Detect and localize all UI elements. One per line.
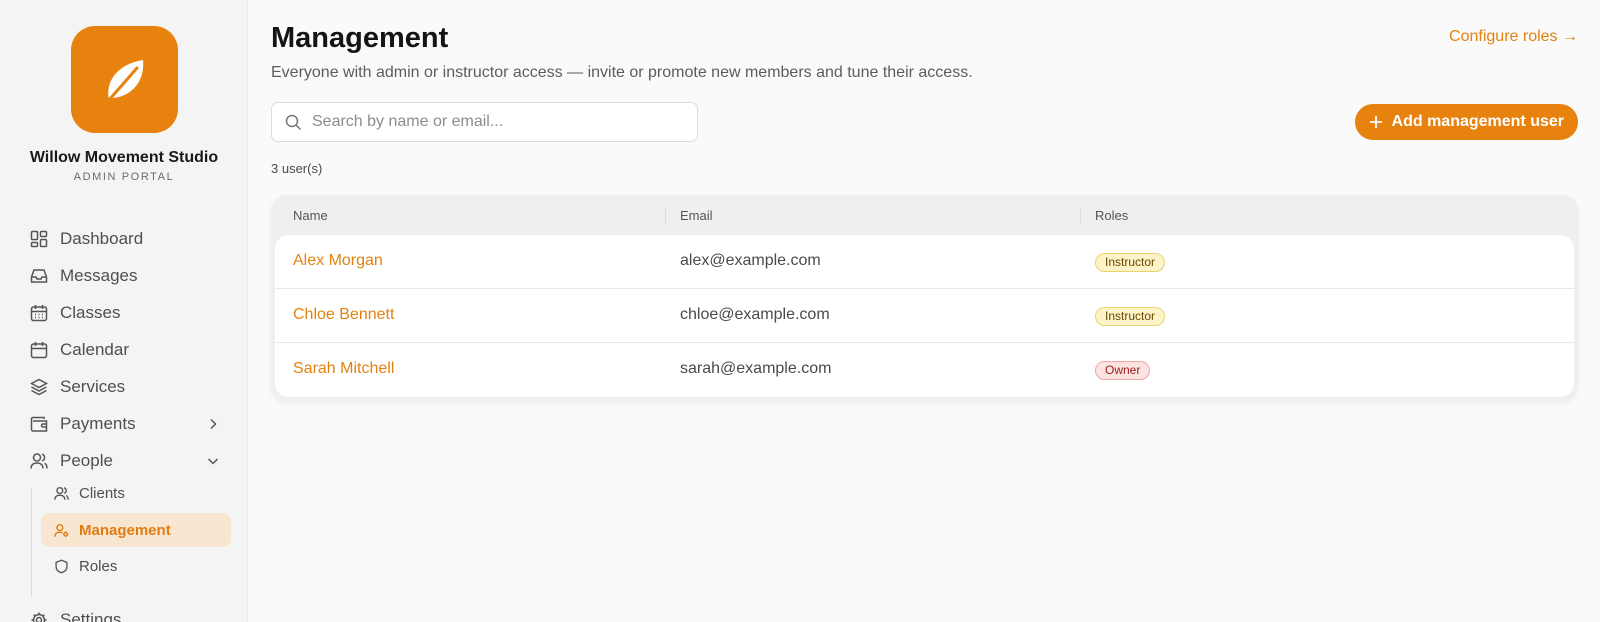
- sidebar-item-settings[interactable]: Settings: [30, 605, 222, 622]
- sidebar-item-dashboard[interactable]: Dashboard: [30, 224, 222, 254]
- user-email: chloe@example.com: [680, 306, 830, 323]
- sidebar-item-label: People: [60, 451, 113, 470]
- user-email: alex@example.com: [680, 252, 821, 269]
- sidebar-item-payments[interactable]: Payments: [30, 409, 222, 439]
- sidebar-item-label: Calendar: [60, 340, 129, 359]
- wallet-icon: [30, 416, 48, 432]
- sidebar-subitem-label: Management: [79, 521, 171, 539]
- sidebar-item-label: Classes: [60, 303, 121, 322]
- search-icon: [285, 114, 302, 130]
- table-body: Alex Morgan alex@example.com Instructor …: [275, 235, 1574, 397]
- studio-name: Willow Movement Studio: [29, 149, 219, 166]
- sidebar-item-label: Messages: [60, 266, 138, 285]
- sidebar-item-label: Payments: [60, 414, 136, 433]
- user-name-link[interactable]: Chloe Bennett: [293, 306, 394, 324]
- role-badge: Instructor: [1095, 307, 1166, 326]
- column-divider: [665, 207, 666, 225]
- users-icon: [30, 453, 48, 469]
- add-management-user-button[interactable]: Add management user: [1354, 104, 1578, 140]
- studio-logo[interactable]: [71, 26, 178, 133]
- user-email: sarah@example.com: [680, 360, 832, 377]
- users-table: Name Email Roles Alex Morgan alex@exampl…: [271, 195, 1578, 401]
- user-cog-icon: [54, 523, 69, 537]
- sidebar-subitem-management[interactable]: Management: [41, 513, 231, 547]
- role-badge: Owner: [1095, 361, 1151, 380]
- table-header: Name Email Roles: [271, 195, 1578, 235]
- calendar-grid-icon: [30, 305, 48, 322]
- table-row[interactable]: Alex Morgan alex@example.com Instructor: [275, 235, 1574, 289]
- chevron-down-icon: [207, 458, 219, 465]
- sidebar-subitem-label: Roles: [79, 557, 118, 575]
- leaf-icon: [107, 59, 143, 101]
- add-management-user-label: Add management user: [1391, 113, 1564, 130]
- plus-icon: [1369, 116, 1382, 128]
- search-input[interactable]: [312, 113, 672, 131]
- table-row[interactable]: Chloe Bennett chloe@example.com Instruct…: [275, 289, 1574, 343]
- sidebar-subitem-label: Clients: [79, 484, 125, 502]
- inbox-icon: [30, 269, 48, 283]
- configure-roles-link[interactable]: Configure roles →: [1449, 28, 1578, 46]
- sidebar-item-label: Dashboard: [60, 229, 144, 248]
- column-header-email[interactable]: Email: [680, 208, 713, 223]
- page-title: Management: [271, 22, 449, 54]
- user-name-link[interactable]: Alex Morgan: [293, 252, 383, 270]
- page-subtitle: Everyone with admin or instructor access…: [271, 64, 973, 81]
- sidebar-subitem-clients[interactable]: Clients: [41, 476, 231, 510]
- sidebar-item-messages[interactable]: Messages: [30, 261, 222, 291]
- sidebar: Willow Movement Studio ADMIN PORTAL Dash…: [0, 0, 248, 622]
- search-field[interactable]: [271, 102, 698, 142]
- sidebar-subitem-roles[interactable]: Roles: [41, 549, 231, 583]
- chevron-right-icon: [210, 418, 217, 430]
- column-header-name[interactable]: Name: [293, 208, 328, 223]
- role-badge: Instructor: [1095, 253, 1166, 272]
- column-header-roles[interactable]: Roles: [1095, 208, 1128, 223]
- calendar-icon: [30, 342, 48, 359]
- sidebar-item-label: Services: [60, 377, 126, 396]
- table-row[interactable]: Sarah Mitchell sarah@example.com Owner: [275, 343, 1574, 397]
- sidebar-item-people[interactable]: People: [30, 446, 222, 476]
- users-icon: [54, 486, 69, 500]
- column-divider: [1080, 207, 1081, 225]
- dashboard-icon: [30, 230, 48, 248]
- sidebar-item-calendar[interactable]: Calendar: [30, 335, 222, 365]
- shield-icon: [55, 559, 68, 573]
- gear-icon: [31, 612, 47, 622]
- user-name-link[interactable]: Sarah Mitchell: [293, 360, 394, 378]
- portal-label: ADMIN PORTAL: [73, 171, 175, 183]
- sidebar-item-classes[interactable]: Classes: [30, 298, 222, 328]
- sidebar-item-label: Settings: [60, 610, 122, 622]
- submenu-guide-line: [31, 488, 32, 596]
- layers-icon: [30, 378, 48, 396]
- sidebar-item-services[interactable]: Services: [30, 372, 222, 402]
- user-count: 3 user(s): [271, 161, 323, 176]
